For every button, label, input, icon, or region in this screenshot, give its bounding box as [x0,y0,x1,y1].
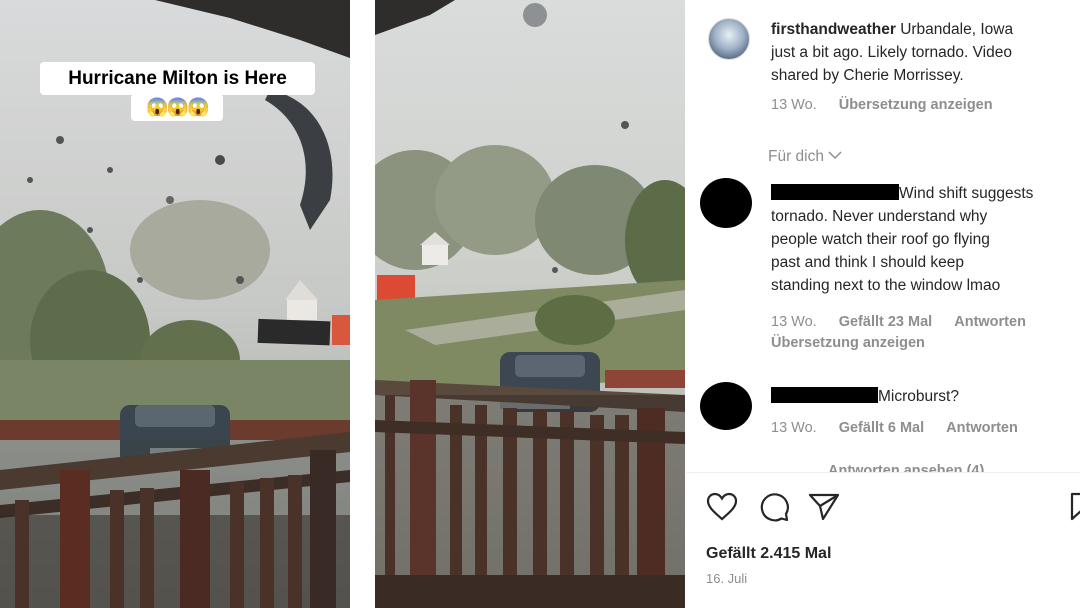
share-icon[interactable] [808,492,840,522]
heart-icon[interactable] [706,492,738,522]
comment-1-line-2: tornado. Never understand why [771,208,988,225]
bookmark-icon[interactable] [1070,492,1080,522]
video-frame-middle[interactable] [375,0,685,608]
comment-2-text: Microburst? [771,385,1076,408]
chevron-down-icon [828,151,842,160]
comment-2-line-1: Microburst? [878,388,959,405]
video-frame-left[interactable]: Hurricane Milton is Here 😱😱😱 [0,0,350,608]
comment-2-meta: 13 Wo. Gefällt 6 Mal Antworten [771,420,1036,436]
caption-age: 13 Wo. [771,97,817,113]
view-replies-link[interactable]: Antworten ansehen (4) [828,463,984,472]
comment-1-translate-row: Übersetzung anzeigen [771,335,943,351]
caption-translate-link[interactable]: Übersetzung anzeigen [839,97,993,113]
video-overlay-emoji: 😱😱😱 [131,94,223,121]
comment-1-line-4: past and think I should keep [771,254,965,271]
caption-line-2: just a bit ago. Likely tornado. Video [771,44,1012,61]
comment-2-age: 13 Wo. [771,420,817,436]
redacted-username [771,184,899,200]
video-overlay-title: Hurricane Milton is Here [40,62,315,95]
likes-count[interactable]: Gefällt 2.415 Mal [706,542,831,565]
comment-avatar[interactable] [700,178,752,228]
comment-1-age: 13 Wo. [771,314,817,330]
caption-meta: 13 Wo. Übersetzung anzeigen [771,97,1011,113]
view-replies-clip: Antworten ansehen (4) [686,460,1080,472]
caption-line-3: shared by Cherie Morrissey. [771,67,964,84]
comment-1-line-1: Wind shift suggests [899,185,1034,202]
instagram-comments-panel: firsthandweather Urbandale, Iowa just a … [686,0,1080,608]
comment-2-likes[interactable]: Gefällt 6 Mal [839,420,924,436]
comment-1-meta: 13 Wo. Gefällt 23 Mal Antworten [771,314,1044,330]
comment-1-translate-link[interactable]: Übersetzung anzeigen [771,335,925,351]
comment-1-likes[interactable]: Gefällt 23 Mal [839,314,932,330]
for-you-label: Für dich [768,148,824,165]
for-you-dropdown[interactable]: Für dich [768,148,842,166]
caption: firsthandweather Urbandale, Iowa just a … [771,18,1071,87]
comment-1-reply[interactable]: Antworten [954,314,1026,330]
caption-line-1: Urbandale, Iowa [900,21,1014,38]
actions-divider [686,472,1080,473]
storm-scene-middle [375,0,685,608]
comment-avatar[interactable] [700,382,752,430]
caption-username[interactable]: firsthandweather [771,21,896,38]
comment-2-reply[interactable]: Antworten [946,420,1018,436]
caption-avatar[interactable] [708,18,750,60]
post-date: 16. Juli [706,571,748,586]
comment-1-line-5: standing next to the window lmao [771,277,1001,294]
comment-icon[interactable] [759,492,790,523]
comment-1-text: Wind shift suggests tornado. Never under… [771,182,1076,297]
redacted-username [771,387,878,403]
comment-1-line-3: people watch their roof go flying [771,231,990,248]
